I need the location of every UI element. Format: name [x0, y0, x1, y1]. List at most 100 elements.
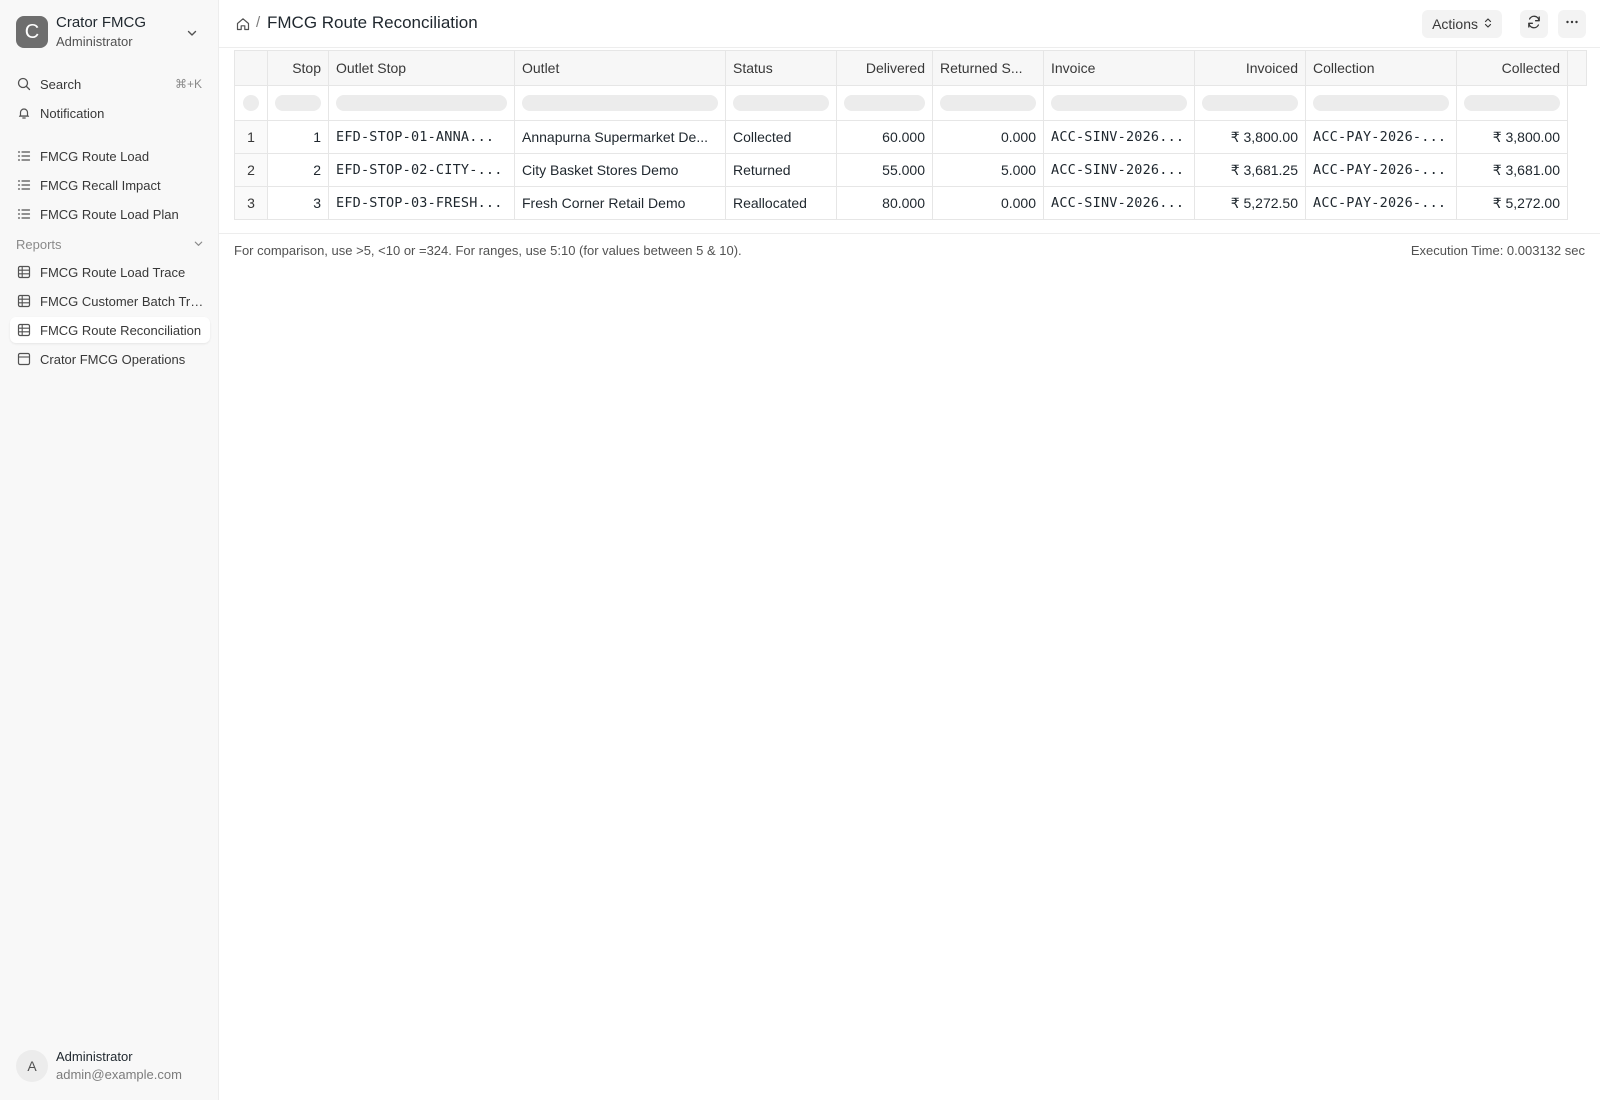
bell-icon — [16, 105, 32, 121]
cell-stop[interactable]: 2 — [267, 153, 329, 187]
cell-outlet[interactable]: Annapurna Supermarket De... — [514, 120, 726, 154]
cell-returned[interactable]: 0.000 — [932, 186, 1044, 220]
filter-placeholder — [1313, 95, 1449, 111]
sidebar-item-fmcg-customer-batch-trace[interactable]: FMCG Customer Batch Trace — [10, 288, 210, 314]
sidebar-item-fmcg-recall-impact[interactable]: FMCG Recall Impact — [10, 172, 210, 198]
column-header-status[interactable]: Status — [725, 50, 837, 86]
cell-status[interactable]: Returned — [725, 153, 837, 187]
filter-cell[interactable] — [1043, 85, 1195, 121]
column-header-outlet-stop[interactable]: Outlet Stop — [328, 50, 515, 86]
cell-status[interactable]: Collected — [725, 120, 837, 154]
sidebar-notification[interactable]: Notification — [10, 100, 210, 126]
reports-section-toggle[interactable]: Reports — [16, 235, 204, 253]
filter-placeholder — [940, 95, 1036, 111]
sidebar-search[interactable]: Search ⌘+K — [10, 71, 210, 97]
breadcrumb-separator: / — [256, 14, 261, 31]
cell-stop[interactable]: 3 — [267, 186, 329, 220]
filter-cell[interactable] — [932, 85, 1044, 121]
cell-invoiced[interactable]: ₹ 3,800.00 — [1194, 120, 1306, 154]
more-options-button[interactable] — [1558, 10, 1586, 38]
cell-outlet-stop[interactable]: EFD-STOP-01-ANNA... — [328, 120, 515, 154]
user-name: Administrator — [56, 1049, 133, 1065]
cell-status[interactable]: Reallocated — [725, 186, 837, 220]
cell-invoice[interactable]: ACC-SINV-2026... — [1043, 120, 1195, 154]
cell-collected[interactable]: ₹ 3,681.00 — [1456, 153, 1568, 187]
table-icon — [16, 264, 32, 280]
refresh-button[interactable] — [1520, 10, 1548, 38]
filter-cell[interactable] — [1456, 85, 1568, 121]
list-icon — [16, 148, 32, 164]
filter-placeholder — [844, 95, 925, 111]
chevron-down-icon — [193, 237, 204, 252]
sidebar-item-fmcg-route-load[interactable]: FMCG Route Load — [10, 143, 210, 169]
cell-outlet[interactable]: City Basket Stores Demo — [514, 153, 726, 187]
cell-outlet[interactable]: Fresh Corner Retail Demo — [514, 186, 726, 220]
search-icon — [16, 76, 32, 92]
row-index: 1 — [234, 120, 268, 154]
cell-returned[interactable]: 5.000 — [932, 153, 1044, 187]
sidebar-item-label: FMCG Route Load Plan — [40, 206, 179, 222]
cell-invoiced[interactable]: ₹ 5,272.50 — [1194, 186, 1306, 220]
sidebar-search-label: Search — [40, 76, 82, 92]
column-header-delivered[interactable]: Delivered — [836, 50, 933, 86]
sidebar-item-crator-fmcg-operations[interactable]: Crator FMCG Operations — [10, 346, 210, 372]
cell-invoice[interactable]: ACC-SINV-2026... — [1043, 153, 1195, 187]
filter-placeholder — [1464, 95, 1560, 111]
cell-delivered[interactable]: 55.000 — [836, 153, 933, 187]
cell-invoice[interactable]: ACC-SINV-2026... — [1043, 186, 1195, 220]
cell-outlet-stop[interactable]: EFD-STOP-02-CITY-... — [328, 153, 515, 187]
workspace-switcher[interactable]: C Crator FMCG Administrator — [10, 10, 210, 54]
filter-cell[interactable] — [1194, 85, 1306, 121]
cell-stop[interactable]: 1 — [267, 120, 329, 154]
cell-returned[interactable]: 0.000 — [932, 120, 1044, 154]
cell-outlet-stop[interactable]: EFD-STOP-03-FRESH... — [328, 186, 515, 220]
app-shell: C Crator FMCG Administrator Search ⌘+K N… — [0, 0, 1600, 1100]
row-spacer — [1568, 187, 1587, 220]
execution-time: Execution Time: 0.003132 sec — [1410, 243, 1585, 258]
user-menu[interactable]: A Administrator admin@example.com — [16, 1048, 206, 1084]
table-row[interactable]: 3 3 EFD-STOP-03-FRESH... Fresh Corner Re… — [234, 186, 1587, 220]
filter-cell[interactable] — [1305, 85, 1457, 121]
report-table: Stop Outlet Stop Outlet Status Delivered… — [234, 50, 1587, 220]
column-header-outlet[interactable]: Outlet — [514, 50, 726, 86]
column-header-stop[interactable]: Stop — [267, 50, 329, 86]
column-header-invoice[interactable]: Invoice — [1043, 50, 1195, 86]
filter-cell[interactable] — [234, 85, 268, 121]
home-icon[interactable] — [235, 16, 251, 32]
cell-collection[interactable]: ACC-PAY-2026-... — [1305, 186, 1457, 220]
filter-cell[interactable] — [267, 85, 329, 121]
table-row[interactable]: 2 2 EFD-STOP-02-CITY-... City Basket Sto… — [234, 153, 1587, 187]
column-header-returned[interactable]: Returned S... — [932, 50, 1044, 86]
cell-collected[interactable]: ₹ 3,800.00 — [1456, 120, 1568, 154]
reports-section-label: Reports — [16, 236, 62, 252]
workspace-name: Crator FMCG — [56, 14, 146, 32]
sidebar-item-label: FMCG Recall Impact — [40, 177, 161, 193]
search-shortcut: ⌘+K — [174, 77, 202, 91]
table-row[interactable]: 1 1 EFD-STOP-01-ANNA... Annapurna Superm… — [234, 120, 1587, 154]
filter-placeholder — [733, 95, 829, 111]
sidebar-item-fmcg-route-reconciliation[interactable]: FMCG Route Reconciliation — [10, 317, 210, 343]
filter-cell[interactable] — [328, 85, 515, 121]
filter-placeholder — [275, 95, 321, 111]
actions-button[interactable]: Actions — [1422, 10, 1502, 38]
column-header-collected[interactable]: Collected — [1456, 50, 1568, 86]
table-icon — [16, 293, 32, 309]
filter-cell[interactable] — [725, 85, 837, 121]
column-header-invoiced[interactable]: Invoiced — [1194, 50, 1306, 86]
column-header-spacer — [1567, 50, 1587, 86]
divider — [219, 233, 1600, 234]
cell-collection[interactable]: ACC-PAY-2026-... — [1305, 153, 1457, 187]
workspace-role: Administrator — [56, 34, 133, 50]
filter-hint: For comparison, use >5, <10 or =324. For… — [234, 243, 742, 258]
column-header-collection[interactable]: Collection — [1305, 50, 1457, 86]
sidebar-item-fmcg-route-load-plan[interactable]: FMCG Route Load Plan — [10, 201, 210, 227]
dashboard-icon — [16, 351, 32, 367]
filter-cell[interactable] — [836, 85, 933, 121]
cell-delivered[interactable]: 80.000 — [836, 186, 933, 220]
cell-delivered[interactable]: 60.000 — [836, 120, 933, 154]
sidebar-item-fmcg-route-load-trace[interactable]: FMCG Route Load Trace — [10, 259, 210, 285]
cell-collection[interactable]: ACC-PAY-2026-... — [1305, 120, 1457, 154]
filter-cell[interactable] — [514, 85, 726, 121]
cell-invoiced[interactable]: ₹ 3,681.25 — [1194, 153, 1306, 187]
cell-collected[interactable]: ₹ 5,272.00 — [1456, 186, 1568, 220]
